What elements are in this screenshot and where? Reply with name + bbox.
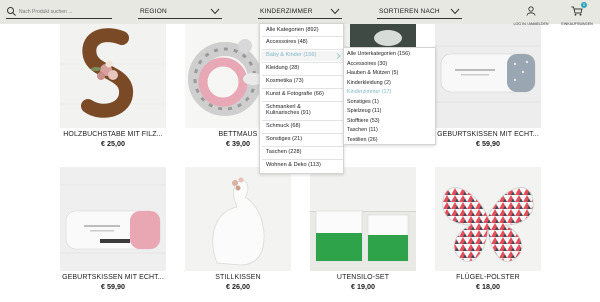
subcategory-menu-item[interactable]: Textilien (26) bbox=[347, 137, 378, 143]
product-price: € 26,00 bbox=[226, 282, 250, 291]
category-menu-item[interactable]: Kunst & Fotografie (66) bbox=[261, 91, 344, 97]
menu-divider bbox=[262, 101, 343, 102]
login-label: LOG IN / ANMELDEN bbox=[513, 22, 549, 26]
menu-divider bbox=[262, 36, 343, 37]
subcategory-menu-item[interactable]: Stofftiere (53) bbox=[347, 118, 380, 124]
product-price: € 59,90 bbox=[476, 139, 500, 148]
product-name[interactable]: FLÜGEL-POLSTER bbox=[435, 274, 541, 281]
category-label: KINDERZIMMER bbox=[260, 8, 313, 15]
menu-divider bbox=[262, 62, 343, 63]
product-price: € 19,00 bbox=[351, 282, 375, 291]
subcategory-menu-item[interactable]: Kinderkleidung (2) bbox=[347, 80, 391, 86]
product-image[interactable] bbox=[435, 24, 541, 128]
category-menu: Alle Kategorien (892) Accessoires (48) B… bbox=[259, 23, 344, 174]
subcategory-menu-item[interactable]: Alle Unterkategorien (156) bbox=[347, 51, 410, 57]
category-menu-item[interactable]: Kosmetika (73) bbox=[261, 78, 344, 84]
category-dropdown[interactable]: KINDERZIMMER bbox=[258, 5, 342, 19]
sort-dropdown[interactable]: SORTIEREN NACH bbox=[377, 5, 462, 19]
category-menu-item[interactable]: Schmankerl & Kulinarisches (91) bbox=[261, 104, 331, 116]
category-menu-item[interactable]: Baby & Kinder (156) bbox=[261, 51, 344, 61]
subcategory-menu-item[interactable]: Accessoires (30) bbox=[347, 61, 387, 67]
product-card[interactable]: HOLZBUCHSTABE MIT FILZ... € 25,00 bbox=[60, 24, 166, 148]
cart-count-badge: 0 bbox=[581, 2, 587, 8]
top-bar: REGION KINDERZIMMER SORTIEREN NACH LOG I… bbox=[0, 0, 600, 26]
search-icon[interactable] bbox=[6, 6, 17, 17]
category-menu-item[interactable]: Taschen (228) bbox=[261, 149, 344, 155]
product-name[interactable]: GEBURTSKISSEN MIT ECHT... bbox=[60, 274, 166, 281]
cart-label: EINKAUFSWAGEN bbox=[561, 22, 593, 26]
subcategory-menu-item[interactable]: Kinderzimmer (17) bbox=[347, 89, 391, 95]
product-card[interactable]: FLÜGEL-POLSTER € 18,00 bbox=[435, 167, 541, 291]
product-name[interactable]: STILLKISSEN bbox=[185, 274, 291, 281]
region-label: REGION bbox=[140, 8, 167, 15]
subcategory-menu-item[interactable]: Hauben & Mützen (5) bbox=[347, 70, 398, 76]
product-card[interactable]: GEBURTSKISSEN MIT ECHT... € 59,90 bbox=[60, 167, 166, 291]
page: HOLZBUCHSTABE MIT FILZ... € 25,00 BETTMA… bbox=[0, 0, 600, 302]
category-menu-item[interactable]: Alle Kategorien (892) bbox=[261, 27, 344, 33]
menu-divider bbox=[262, 75, 343, 76]
product-name[interactable]: GEBURTSKISSEN MIT ECHT... bbox=[435, 131, 541, 138]
product-card[interactable]: STILLKISSEN € 26,00 bbox=[185, 167, 291, 291]
category-menu-item[interactable]: Schmuck (68) bbox=[261, 123, 344, 129]
product-image[interactable] bbox=[435, 167, 541, 271]
menu-divider bbox=[262, 159, 343, 160]
product-card[interactable]: UTENSILO-SET € 19,00 bbox=[310, 167, 416, 291]
category-menu-item[interactable]: Accessoires (48) bbox=[261, 39, 344, 45]
menu-divider bbox=[262, 88, 343, 89]
region-dropdown[interactable]: REGION bbox=[138, 5, 222, 19]
product-price: € 25,00 bbox=[101, 139, 125, 148]
category-menu-item[interactable]: Kleidung (28) bbox=[261, 65, 344, 71]
product-image[interactable] bbox=[60, 24, 166, 128]
subcategory-menu: Alle Unterkategorien (156) Accessoires (… bbox=[343, 47, 436, 145]
cart-icon bbox=[571, 6, 583, 16]
cart-button[interactable]: 0 EINKAUFSWAGEN bbox=[557, 2, 597, 26]
chevron-down-icon bbox=[210, 8, 220, 15]
category-menu-item[interactable]: Wohnen & Deko (113) bbox=[261, 162, 344, 168]
subcategory-menu-item[interactable]: Spielzeug (11) bbox=[347, 108, 381, 114]
product-name[interactable]: HOLZBUCHSTABE MIT FILZ... bbox=[60, 131, 166, 138]
product-image[interactable] bbox=[60, 167, 166, 271]
chevron-down-icon bbox=[330, 8, 340, 15]
product-card[interactable]: GEBURTSKISSEN MIT ECHT... € 59,90 bbox=[435, 24, 541, 148]
menu-divider bbox=[262, 133, 343, 134]
category-menu-item-label: Baby & Kinder (156) bbox=[266, 52, 317, 58]
sort-label: SORTIEREN NACH bbox=[379, 8, 440, 15]
login-button[interactable]: LOG IN / ANMELDEN bbox=[508, 3, 554, 26]
product-price: € 18,00 bbox=[476, 282, 500, 291]
subcategory-menu-item[interactable]: Taschen (11) bbox=[347, 127, 378, 133]
menu-divider bbox=[262, 120, 343, 121]
menu-divider bbox=[262, 146, 343, 147]
product-image[interactable] bbox=[185, 167, 291, 271]
menu-divider bbox=[262, 49, 343, 50]
category-menu-item[interactable]: Sonstiges (21) bbox=[261, 136, 344, 142]
chevron-right-icon bbox=[336, 53, 341, 59]
product-price: € 59,90 bbox=[101, 282, 125, 291]
user-icon bbox=[526, 6, 536, 16]
product-image[interactable] bbox=[310, 167, 416, 271]
search-box[interactable] bbox=[6, 6, 112, 19]
subcategory-menu-item[interactable]: Sonstiges (1) bbox=[347, 99, 379, 105]
search-input[interactable] bbox=[19, 6, 111, 18]
product-name[interactable]: UTENSILO-SET bbox=[310, 274, 416, 281]
chevron-down-icon bbox=[450, 8, 460, 15]
